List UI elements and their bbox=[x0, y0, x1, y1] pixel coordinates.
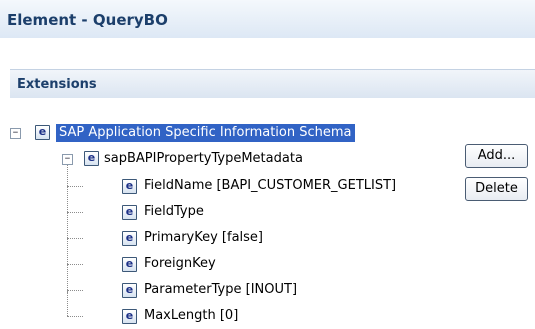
delete-button[interactable]: Delete bbox=[465, 177, 528, 201]
tree-connector bbox=[67, 212, 83, 213]
section-title: Extensions bbox=[17, 77, 97, 92]
page-title: Element - QueryBO bbox=[7, 11, 168, 29]
tree-node-item[interactable]: ForeignKey bbox=[144, 256, 216, 271]
tree-connector bbox=[67, 238, 83, 239]
tree-node-metadata[interactable]: sapBAPIPropertyTypeMetadata bbox=[104, 151, 303, 166]
tree-node-item[interactable]: MaxLength [0] bbox=[144, 308, 238, 323]
tree-node-item[interactable]: ParameterType [INOUT] bbox=[144, 282, 297, 297]
collapse-toggle-icon[interactable]: − bbox=[10, 128, 21, 139]
element-icon: e bbox=[122, 205, 137, 220]
element-icon: e bbox=[122, 179, 137, 194]
tree-node-item[interactable]: PrimaryKey [false] bbox=[144, 230, 263, 245]
element-icon: e bbox=[122, 283, 137, 298]
tree-node-item[interactable]: FieldName [BAPI_CUSTOMER_GETLIST] bbox=[144, 178, 396, 193]
tree-connector bbox=[67, 316, 83, 317]
extensions-section-header[interactable]: Extensions bbox=[10, 69, 535, 98]
tree-connector bbox=[67, 264, 83, 265]
editor-header: Element - QueryBO bbox=[0, 0, 535, 38]
add-button[interactable]: Add... bbox=[465, 144, 528, 168]
element-icon: e bbox=[84, 151, 99, 166]
collapse-toggle-icon[interactable]: − bbox=[62, 154, 73, 165]
element-icon: e bbox=[122, 231, 137, 246]
tree-connector bbox=[67, 165, 68, 292]
tree-node-item[interactable]: FieldType bbox=[144, 204, 204, 219]
element-icon: e bbox=[122, 257, 137, 272]
tree-node-root[interactable]: SAP Application Specific Information Sch… bbox=[56, 124, 355, 142]
tree-connector bbox=[67, 292, 68, 316]
element-icon: e bbox=[122, 309, 137, 324]
element-icon: e bbox=[35, 125, 50, 140]
tree-connector bbox=[67, 186, 83, 187]
tree-connector bbox=[67, 290, 83, 291]
